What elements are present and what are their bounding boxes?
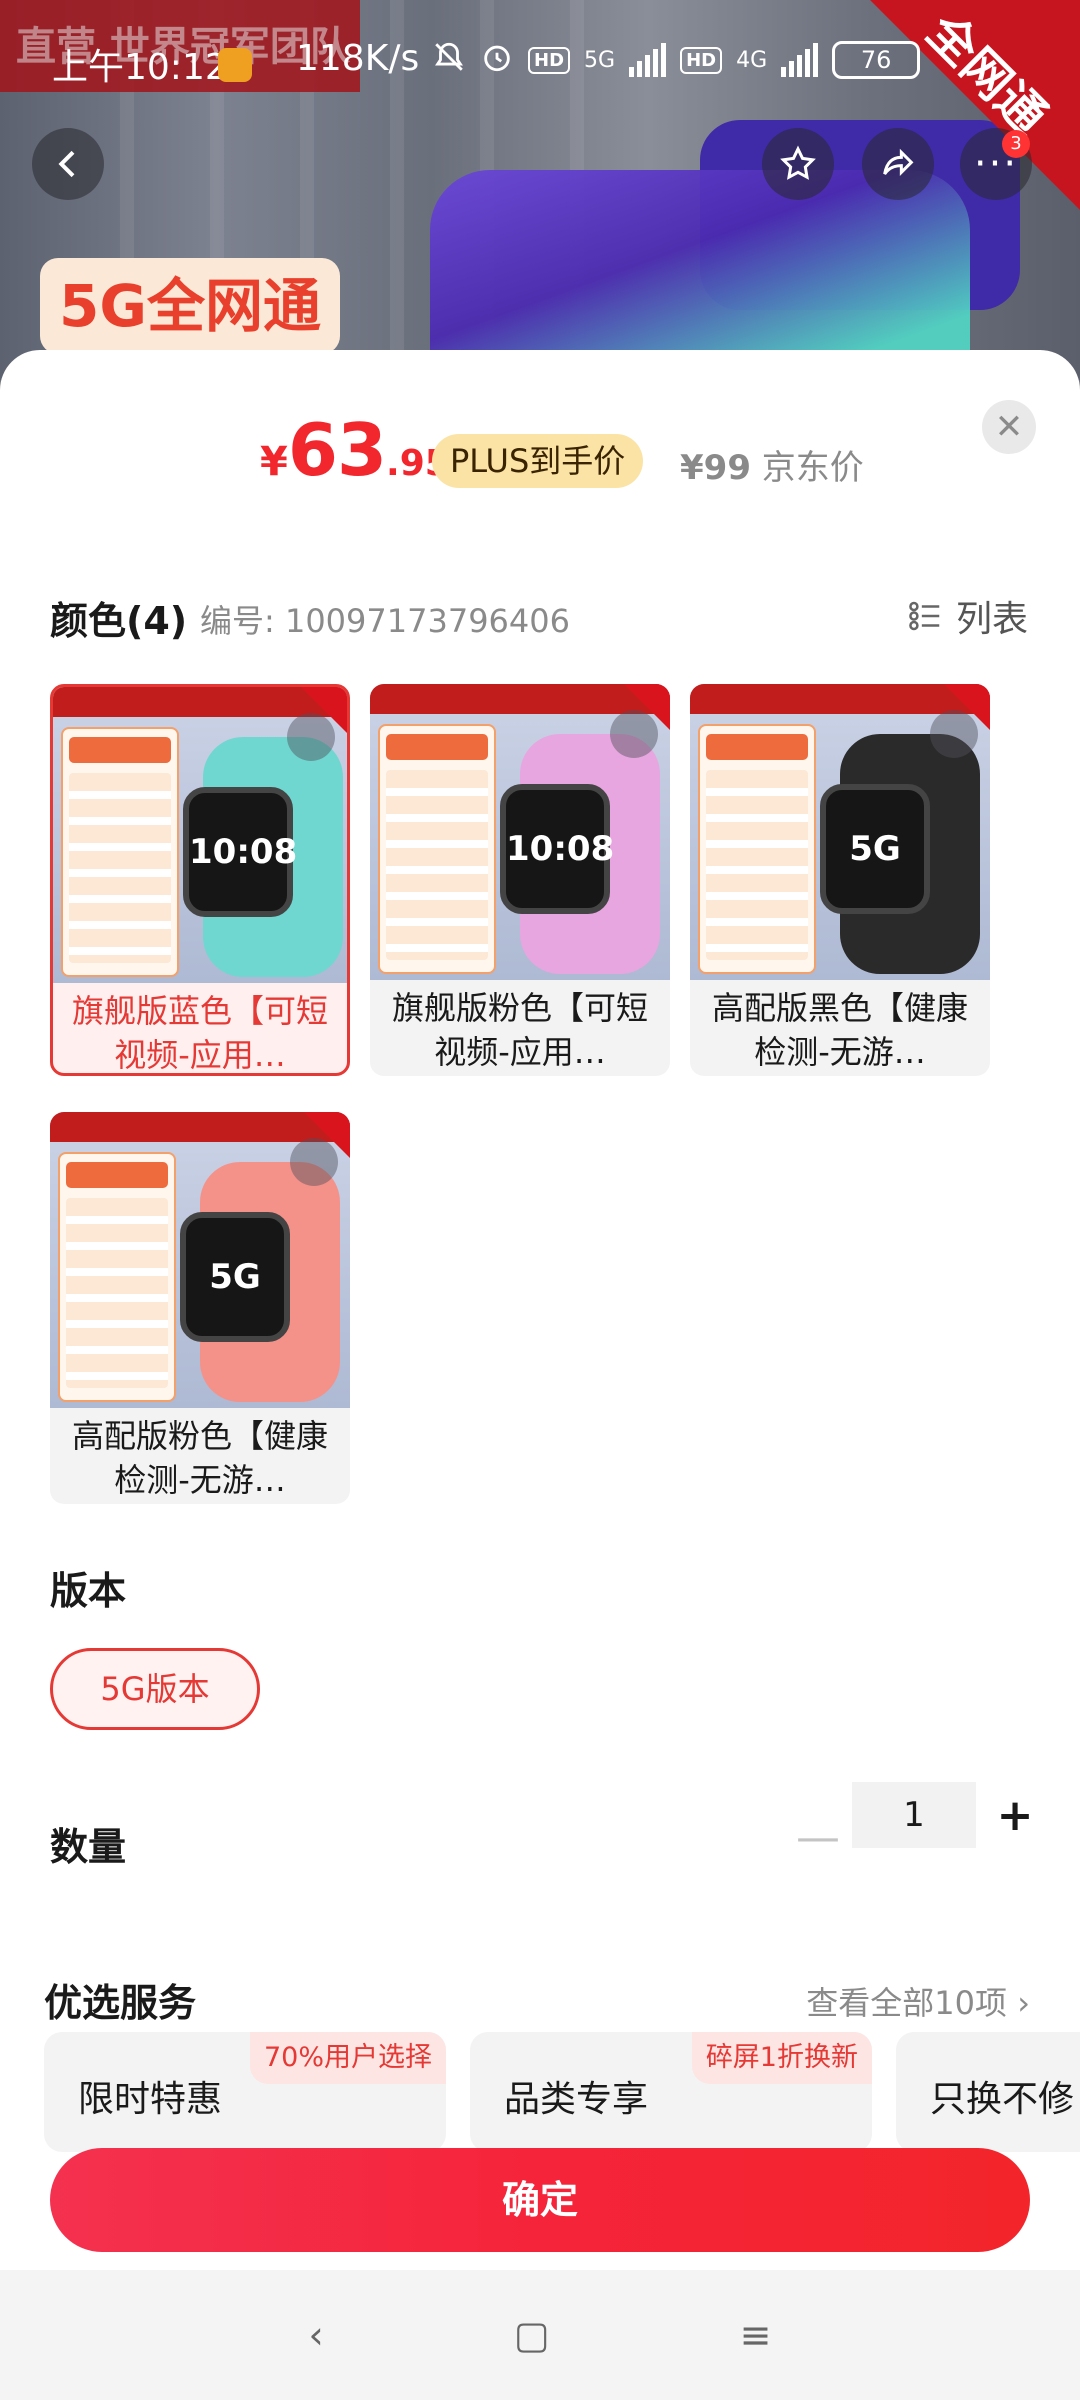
color-option-image: 10:08 [370, 684, 670, 980]
color-option-image: 5G [50, 1112, 350, 1408]
color-section-title: 颜色(4) [50, 599, 188, 643]
color-option-label: 旗舰版粉色【可短视频-应用… [391, 989, 648, 1071]
service-card-2[interactable]: 品类专享 碎屏1折换新 [470, 2032, 872, 2152]
service-card-1[interactable]: 限时特惠 70%用户选择 [44, 2032, 446, 2152]
hd-icon-2: HD [680, 46, 723, 74]
service-tag: 70%用户选择 [249, 2032, 446, 2084]
battery-icon: 76 [832, 41, 921, 79]
product-code: 编号: 10097173796406 [200, 602, 570, 640]
network-speed: 118K/s [296, 38, 420, 79]
quantity-decrease-button[interactable]: — [796, 1808, 840, 1868]
alarm-icon [480, 40, 514, 80]
status-bar: 上午10:12 118K/s HD 5G HD 4G 76 [0, 0, 1080, 120]
jd-price-label: 京东价 [761, 448, 864, 488]
watch-face: 10:08 [183, 787, 297, 917]
list-icon [909, 601, 940, 631]
version-option-5g[interactable]: 5G版本 [50, 1648, 260, 1730]
close-button[interactable]: ✕ [982, 400, 1036, 454]
close-icon: ✕ [994, 407, 1024, 447]
watch-face: 10:08 [500, 784, 614, 914]
list-view-toggle[interactable]: 列表 [906, 590, 1028, 642]
list-view-label: 列表 [955, 599, 1028, 640]
nav-home-icon[interactable]: ▢ [514, 2313, 550, 2357]
hd-icon: HD [528, 46, 571, 74]
color-option-1[interactable]: 10:08 旗舰版蓝色【可短视频-应用… [50, 684, 350, 1076]
price-currency: ¥ [260, 439, 288, 485]
signal-icon [629, 43, 667, 77]
color-option-label: 高配版粉色【健康检测-无游… [71, 1417, 328, 1499]
quantity-title: 数量 [50, 1825, 127, 1869]
color-option-2[interactable]: 10:08 旗舰版粉色【可短视频-应用… [370, 684, 670, 1076]
quantity-increase-button[interactable]: + [990, 1788, 1040, 1848]
status-time: 上午10:12 [52, 47, 228, 88]
more-button[interactable]: ··· 3 [960, 128, 1032, 200]
service-title: 只换不修 [930, 2079, 1075, 2120]
nav-menu-icon[interactable]: ≡ [740, 2313, 772, 2357]
star-icon [780, 145, 816, 180]
sku-selector-sheet: ✕ ¥ 63 .95 PLUS到手价 ¥99 京东价 颜色(4) 编号: 100… [0, 350, 1080, 2270]
view-all-services-link[interactable]: 查看全部10项 › [806, 1978, 1030, 2024]
color-option-3[interactable]: 5G 高配版黑色【健康检测-无游… [690, 684, 990, 1076]
price-integer: 63 [287, 408, 387, 492]
price: ¥ 63 .95 [260, 408, 450, 498]
service-tag: 碎屏1折换新 [691, 2032, 872, 2084]
version-section-title: 版本 [50, 1569, 127, 1613]
share-button[interactable] [862, 128, 934, 200]
service-section-title: 优选服务 [44, 1981, 197, 2025]
chevron-left-icon [58, 150, 75, 178]
jd-price: ¥99 京东价 [680, 440, 864, 489]
app-notification-icon [218, 48, 252, 82]
watch-face: 5G [180, 1212, 290, 1342]
sim1-type: 5G [584, 47, 616, 73]
signal-icon-2 [781, 43, 819, 77]
service-card-3[interactable]: 只换不修 [896, 2032, 1080, 2152]
system-nav-bar: ‹ ▢ ≡ [0, 2270, 1080, 2400]
favorite-button[interactable] [762, 128, 834, 200]
color-option-label: 旗舰版蓝色【可短视频-应用… [71, 992, 328, 1074]
sim2-type: 4G [736, 47, 768, 73]
back-button[interactable] [32, 128, 104, 200]
color-option-image: 5G [690, 684, 990, 980]
service-title: 限时特惠 [78, 2079, 223, 2120]
share-icon [883, 148, 914, 176]
status-icons: HD 5G HD 4G 76 [432, 40, 921, 80]
promo-label: 5G全网通 [40, 258, 340, 354]
more-badge: 3 [1002, 130, 1030, 158]
confirm-button[interactable]: 确定 [50, 2148, 1030, 2252]
nav-back-icon[interactable]: ‹ [309, 2313, 324, 2357]
watch-face: 5G [820, 784, 930, 914]
jd-price-value: ¥99 [680, 448, 751, 488]
expand-icon[interactable] [930, 710, 978, 758]
service-title: 品类专享 [504, 2079, 649, 2120]
expand-icon[interactable] [610, 710, 658, 758]
plus-price-tag: PLUS到手价 [432, 434, 644, 488]
mute-icon [432, 40, 466, 80]
expand-icon[interactable] [287, 713, 335, 761]
color-option-label: 高配版黑色【健康检测-无游… [711, 989, 968, 1071]
color-option-image: 10:08 [53, 687, 347, 983]
expand-icon[interactable] [290, 1138, 338, 1186]
quantity-input[interactable]: 1 [852, 1782, 976, 1848]
color-option-4[interactable]: 5G 高配版粉色【健康检测-无游… [50, 1112, 350, 1504]
